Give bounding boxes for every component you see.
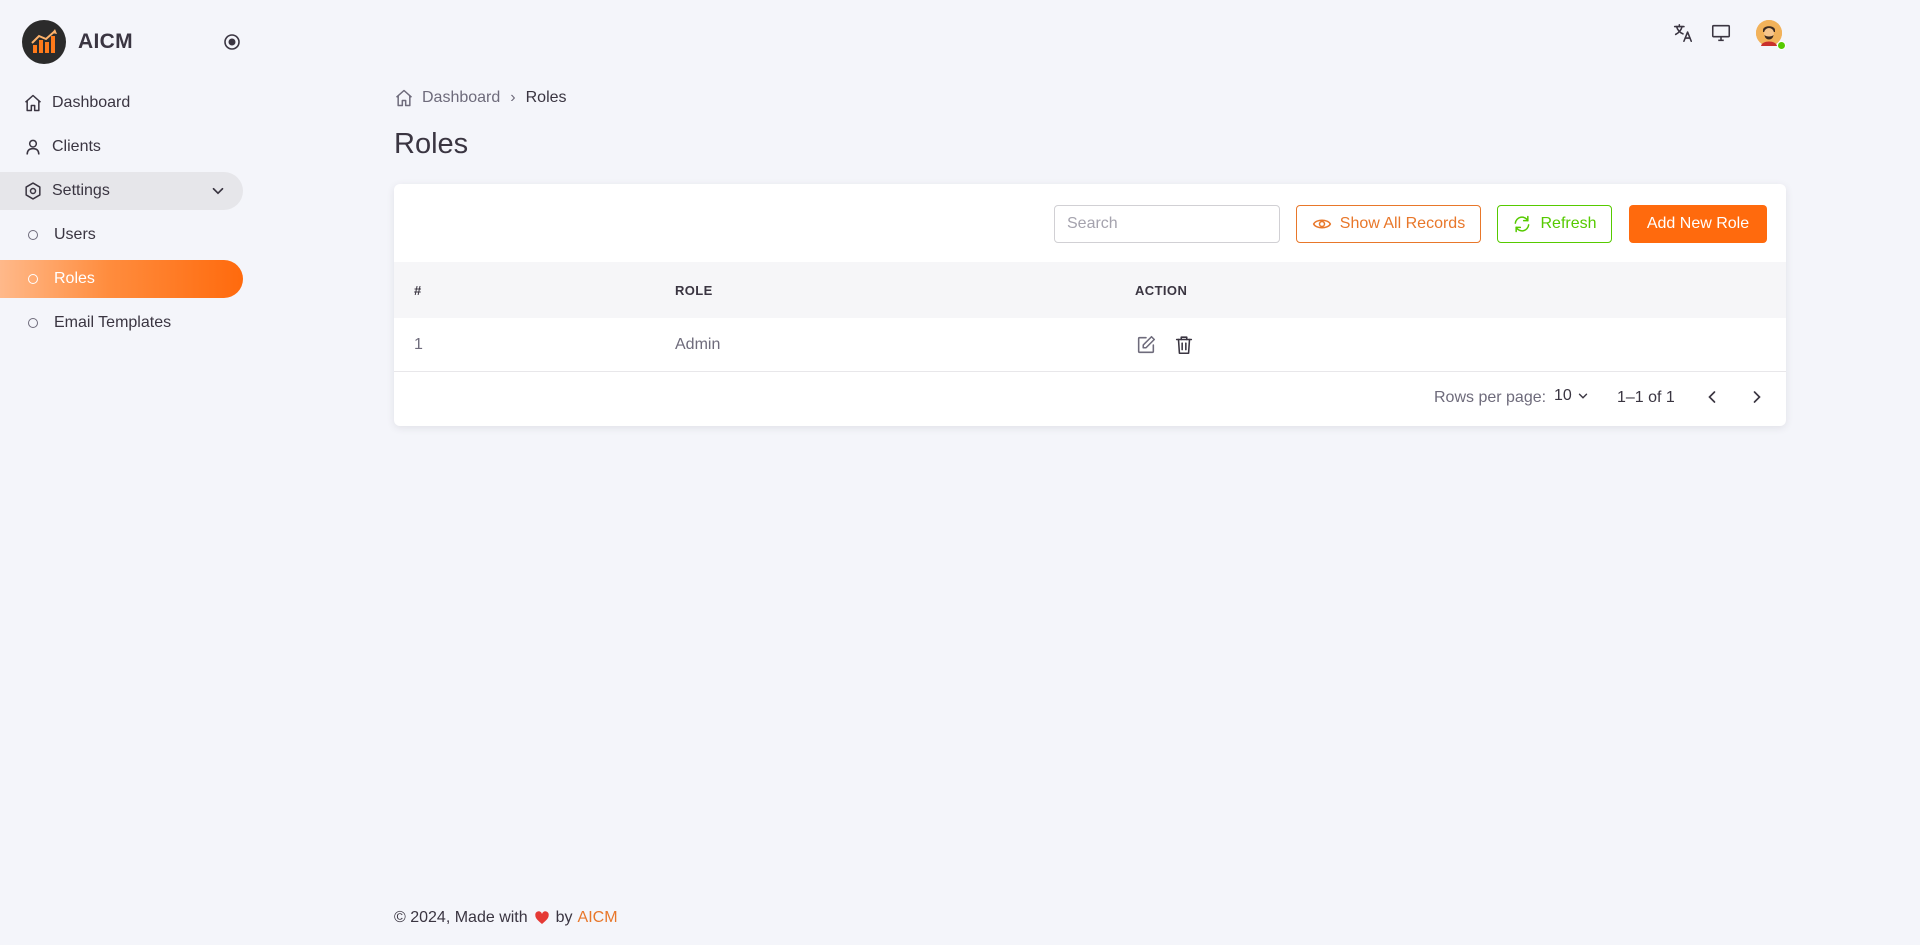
breadcrumb-separator: › <box>510 89 516 106</box>
home-icon[interactable] <box>394 88 414 108</box>
sidebar-item-clients[interactable]: Clients <box>0 128 243 166</box>
add-new-role-button[interactable]: Add New Role <box>1629 205 1767 243</box>
brand-name: AICM <box>78 30 133 53</box>
footer-by: by <box>555 909 573 926</box>
chevron-down-icon <box>1576 389 1590 403</box>
chevron-right-icon[interactable] <box>1747 387 1767 407</box>
sidebar-item-label: Clients <box>52 138 101 155</box>
online-status-indicator <box>1777 41 1786 50</box>
chevron-down-icon <box>209 182 227 200</box>
monitor-icon[interactable] <box>1710 22 1732 44</box>
table-header: # ROLE ACTION <box>394 262 1786 318</box>
sidebar-item-label: Dashboard <box>52 94 131 111</box>
page-title: Roles <box>394 128 469 160</box>
add-new-role-label: Add New Role <box>1646 215 1750 232</box>
sidebar: AICM Dashboard Clients Settings Users Ro… <box>0 0 260 945</box>
refresh-button[interactable]: Refresh <box>1497 205 1612 243</box>
rows-per-page-label: Rows per page: <box>1434 389 1547 406</box>
footer-copyright: © 2024, Made with <box>394 909 528 926</box>
circle-icon <box>28 318 38 328</box>
footer: © 2024, Made with by AICM <box>394 909 618 927</box>
table-row: 1 Admin <box>394 318 1786 372</box>
sidebar-subitem-roles[interactable]: Roles <box>0 260 243 298</box>
translate-icon[interactable] <box>1672 22 1694 44</box>
edit-icon[interactable] <box>1135 334 1157 356</box>
sidebar-subitem-label: Email Templates <box>54 314 172 331</box>
column-header-number: # <box>414 282 422 298</box>
user-avatar[interactable] <box>1756 20 1786 50</box>
roles-card: Show All Records Refresh Add New Role # … <box>394 184 1786 426</box>
breadcrumb: Dashboard › Roles <box>394 88 567 108</box>
trash-icon[interactable] <box>1173 334 1195 356</box>
sidebar-item-dashboard[interactable]: Dashboard <box>0 84 243 122</box>
refresh-label: Refresh <box>1540 215 1597 232</box>
table-pagination: Rows per page: 10 1–1 of 1 <box>394 372 1786 424</box>
table-toolbar: Show All Records Refresh Add New Role <box>394 184 1786 262</box>
rows-per-page-value: 10 <box>1554 387 1572 404</box>
sidebar-item-label: Settings <box>52 182 110 199</box>
sidebar-subitem-label: Roles <box>54 270 95 287</box>
topbar-actions <box>1672 20 1786 50</box>
heart-icon <box>534 910 550 926</box>
home-icon <box>22 92 44 114</box>
sidebar-toggle-icon[interactable] <box>223 33 241 51</box>
row-number: 1 <box>414 335 423 353</box>
sidebar-item-settings[interactable]: Settings <box>0 172 243 210</box>
rows-per-page-select[interactable]: 10 <box>1554 387 1590 405</box>
search-input[interactable] <box>1054 205 1280 243</box>
breadcrumb-dashboard-link[interactable]: Dashboard <box>422 89 500 107</box>
circle-icon <box>28 230 38 240</box>
show-all-records-button[interactable]: Show All Records <box>1296 205 1481 243</box>
user-icon <box>22 136 44 158</box>
chevron-left-icon[interactable] <box>1702 387 1722 407</box>
sidebar-subitem-email-templates[interactable]: Email Templates <box>0 304 243 342</box>
sidebar-subitem-users[interactable]: Users <box>0 216 243 254</box>
pagination-range: 1–1 of 1 <box>1617 389 1675 406</box>
column-header-role: ROLE <box>675 282 713 298</box>
row-actions <box>1135 334 1195 356</box>
brand-logo <box>22 20 66 64</box>
show-all-records-label: Show All Records <box>1339 215 1466 232</box>
eye-icon <box>1312 214 1332 234</box>
footer-brand-link[interactable]: AICM <box>578 909 618 927</box>
refresh-icon <box>1512 214 1532 234</box>
row-role: Admin <box>675 335 721 353</box>
column-header-action: ACTION <box>1135 282 1188 298</box>
sidebar-subitem-label: Users <box>54 226 96 243</box>
breadcrumb-current: Roles <box>525 89 567 106</box>
sidebar-nav: Dashboard Clients Settings Users Roles E… <box>0 84 243 348</box>
gear-icon <box>22 180 44 202</box>
brand[interactable]: AICM <box>22 20 133 64</box>
circle-icon <box>28 274 38 284</box>
